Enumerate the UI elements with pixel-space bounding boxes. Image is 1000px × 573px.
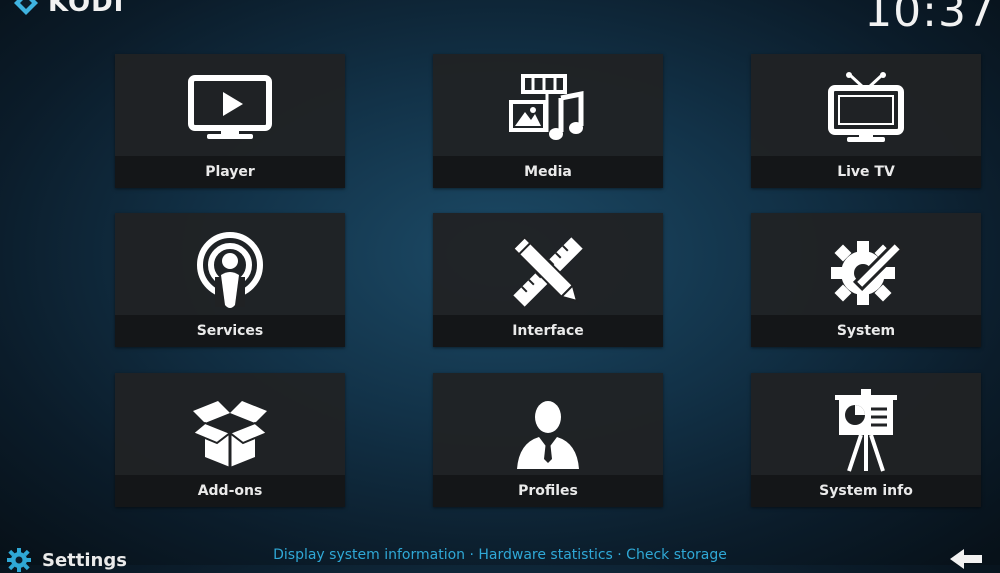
section-indicator: Settings <box>6 547 127 573</box>
tile-live-tv[interactable]: Live TV <box>751 54 981 188</box>
live-tv-icon <box>828 72 904 142</box>
tile-label: Media <box>433 156 663 188</box>
tile-label: Live TV <box>751 156 981 188</box>
presentation-icon <box>835 389 897 472</box>
open-box-icon <box>191 401 269 467</box>
tile-label: Player <box>115 156 345 188</box>
tile-label: Interface <box>433 315 663 347</box>
clock: 10:37 <box>864 0 996 37</box>
tile-label: Profiles <box>433 475 663 507</box>
tile-profiles[interactable]: Profiles <box>433 373 663 507</box>
tile-system[interactable]: System <box>751 213 981 347</box>
back-arrow-icon[interactable] <box>948 547 984 571</box>
gear-icon <box>7 548 31 572</box>
tile-services[interactable]: Services <box>115 213 345 347</box>
kodi-logo-icon <box>14 0 38 15</box>
tile-interface[interactable]: Interface <box>433 213 663 347</box>
tile-label: Services <box>115 315 345 347</box>
tile-system-info[interactable]: System info <box>751 373 981 507</box>
gear-wrench-icon <box>831 240 904 305</box>
media-icon <box>509 74 584 140</box>
tile-media[interactable]: Media <box>433 54 663 188</box>
logo-text: KODI <box>48 0 125 18</box>
kodi-logo: KODI <box>12 0 124 18</box>
section-label: Settings <box>42 549 127 571</box>
tile-label: Add-ons <box>115 475 345 507</box>
pencil-ruler-icon <box>511 235 583 307</box>
tile-player[interactable]: Player <box>115 54 345 188</box>
user-icon <box>517 401 579 469</box>
tile-label: System info <box>751 475 981 507</box>
podcast-icon <box>197 232 263 308</box>
tile-add-ons[interactable]: Add-ons <box>115 373 345 507</box>
tv-play-icon <box>188 75 272 139</box>
footer-hint: Display system information · Hardware st… <box>273 547 727 563</box>
tile-label: System <box>751 315 981 347</box>
